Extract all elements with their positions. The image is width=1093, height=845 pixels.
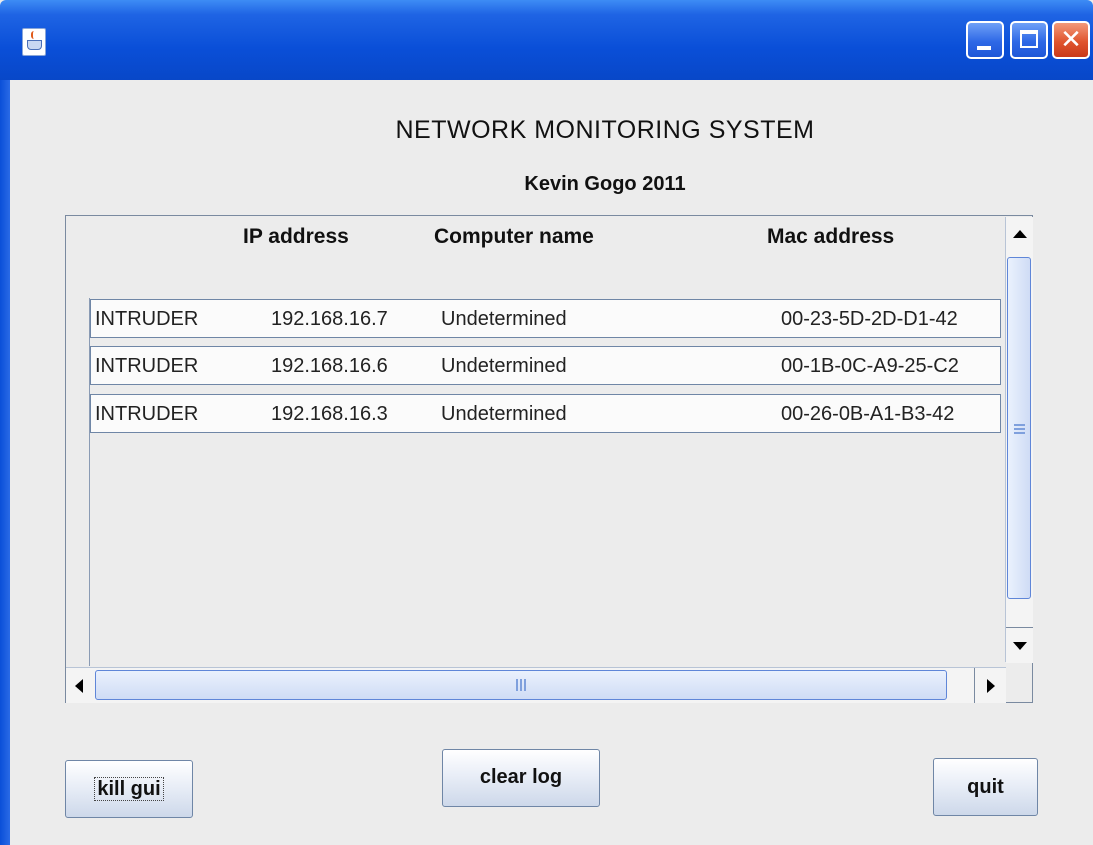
log-row[interactable]: INTRUDER 192.168.16.6 Undetermined 00-1B… (90, 346, 1001, 385)
scroll-down-button[interactable] (1006, 627, 1033, 663)
row-status: INTRUDER (95, 308, 199, 330)
row-computer-name: Undetermined (441, 355, 567, 377)
java-cup-icon[interactable] (22, 28, 46, 56)
grip-icon (516, 679, 518, 691)
minimize-button[interactable] (966, 21, 1004, 59)
page-title: NETWORK MONITORING SYSTEM (395, 116, 815, 144)
vertical-scrollbar[interactable] (1005, 217, 1033, 663)
close-button[interactable]: ✕ (1052, 21, 1090, 59)
scroll-up-button[interactable] (1006, 217, 1033, 252)
row-computer-name: Undetermined (441, 403, 567, 425)
vertical-scroll-thumb[interactable] (1007, 257, 1031, 599)
quit-button[interactable]: quit (933, 758, 1038, 816)
row-ip-address: 192.168.16.6 (271, 355, 388, 377)
arrow-down-icon (1013, 642, 1027, 650)
scrollbar-corner (1006, 667, 1032, 702)
horizontal-scrollbar[interactable] (66, 667, 1006, 703)
maximize-icon (1020, 30, 1038, 48)
scroll-left-button[interactable] (66, 668, 92, 703)
row-computer-name: Undetermined (441, 308, 567, 330)
row-mac-address: 00-23-5D-2D-D1-42 (781, 308, 958, 330)
arrow-left-icon (75, 679, 83, 693)
title-bar[interactable]: ✕ (0, 0, 1093, 80)
row-status: INTRUDER (95, 403, 199, 425)
column-header-ip-address: IP address (243, 225, 349, 248)
arrow-right-icon (987, 679, 995, 693)
log-scroll-panel (65, 215, 1033, 703)
horizontal-scroll-thumb[interactable] (95, 670, 947, 700)
minimize-icon (977, 46, 991, 50)
row-status: INTRUDER (95, 355, 199, 377)
row-mac-address: 00-26-0B-A1-B3-42 (781, 403, 955, 425)
quit-label: quit (967, 776, 1004, 798)
clear-log-label: clear log (479, 766, 563, 788)
column-header-mac-address: Mac address (767, 225, 895, 248)
kill-gui-label: kill gui (94, 777, 164, 801)
maximize-button[interactable] (1010, 21, 1048, 59)
row-mac-address: 00-1B-0C-A9-25-C2 (781, 355, 959, 377)
close-icon: ✕ (1060, 25, 1082, 55)
row-ip-address: 192.168.16.3 (271, 403, 388, 425)
grip-icon (1014, 424, 1025, 426)
page-subtitle: Kevin Gogo 2011 (524, 173, 686, 195)
clear-log-button[interactable]: clear log (442, 749, 600, 807)
arrow-up-icon (1013, 230, 1027, 238)
log-row[interactable]: INTRUDER 192.168.16.7 Undetermined 00-23… (90, 299, 1001, 338)
kill-gui-button[interactable]: kill gui (65, 760, 193, 818)
row-ip-address: 192.168.16.7 (271, 308, 388, 330)
log-row[interactable]: INTRUDER 192.168.16.3 Undetermined 00-26… (90, 394, 1001, 433)
column-header-computer-name: Computer name (434, 225, 594, 248)
scroll-right-button[interactable] (974, 668, 1007, 703)
